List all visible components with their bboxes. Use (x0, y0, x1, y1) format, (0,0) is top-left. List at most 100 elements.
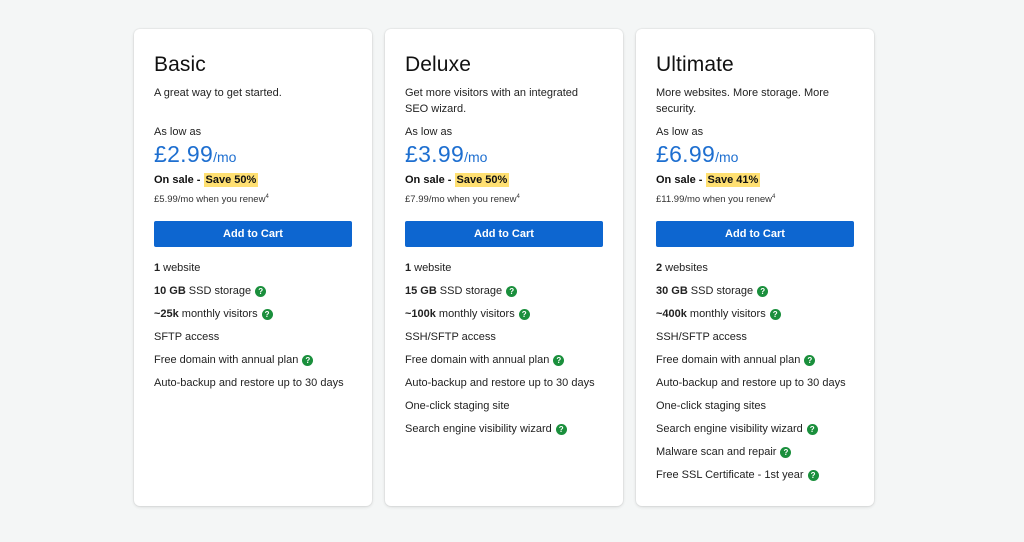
feature-text: website (414, 262, 452, 275)
feature-highlight: ~100k (405, 308, 436, 321)
feature-item: Free SSL Certificate - 1st year? (656, 468, 854, 491)
feature-item: 10 GB SSD storage? (154, 284, 352, 307)
sale-prefix: On sale - (154, 174, 204, 186)
feature-highlight: 1 (154, 262, 161, 275)
plan-card-basic: Basic A great way to get started. As low… (134, 29, 372, 506)
footnote-marker: 4 (516, 194, 520, 200)
feature-text: SSD storage (690, 285, 754, 298)
as-low-as-label: As low as (154, 126, 202, 138)
add-to-cart-button-basic[interactable]: Add to Cart (154, 221, 352, 248)
question-mark-icon[interactable]: ? (302, 355, 314, 367)
feature-item: 15 GB SSD storage? (405, 284, 603, 307)
feature-item: SFTP access (154, 330, 352, 353)
feature-item: One-click staging sites (656, 399, 854, 422)
feature-item: Auto-backup and restore up to 30 days (154, 376, 352, 399)
feature-text: Auto-backup and restore up to 30 days (656, 377, 846, 390)
feature-item: Auto-backup and restore up to 30 days (405, 376, 603, 399)
question-mark-icon[interactable]: ? (553, 355, 565, 367)
renew-text: £11.99/mo when you renew (656, 194, 773, 206)
feature-item: Search engine visibility wizard? (405, 422, 603, 445)
plan-description: Get more visitors with an integrated SEO… (405, 87, 579, 115)
feature-item: One-click staging site (405, 399, 603, 422)
feature-item: Malware scan and repair? (656, 445, 854, 468)
price-period: /mo (464, 149, 488, 165)
as-low-as-label: As low as (405, 126, 453, 138)
plan-title: Basic (154, 53, 206, 76)
feature-list: 1 website 10 GB SSD storage? ~25k monthly vis… (154, 261, 352, 399)
question-mark-icon[interactable]: ? (806, 424, 818, 436)
feature-text: Free SSL Certificate - 1st year (656, 469, 804, 482)
feature-highlight: 30 GB (656, 285, 688, 298)
sale-prefix: On sale - (405, 174, 455, 186)
save-badge: Save 50% (454, 173, 510, 187)
price-row: £3.99/mo (405, 141, 603, 171)
plan-price: £3.99 (405, 141, 465, 167)
feature-highlight: 10 GB (154, 285, 186, 298)
feature-text: Free domain with annual plan (656, 354, 801, 367)
question-mark-icon[interactable]: ? (261, 309, 273, 321)
feature-item: ~400k monthly visitors? (656, 307, 854, 330)
feature-highlight: ~25k (154, 308, 179, 321)
feature-item: ~100k monthly visitors? (405, 307, 603, 330)
plan-title: Deluxe (405, 53, 471, 76)
feature-text: One-click staging sites (656, 400, 767, 413)
question-mark-icon[interactable]: ? (780, 447, 792, 459)
feature-text: Malware scan and repair (656, 446, 777, 459)
sale-row: On sale - Save 50% (405, 172, 603, 188)
feature-text: website (163, 262, 201, 275)
price-period: /mo (213, 149, 237, 165)
feature-item: Free domain with annual plan? (656, 353, 854, 376)
question-mark-icon[interactable]: ? (804, 355, 816, 367)
feature-highlight: 2 (656, 262, 663, 275)
feature-item: 1 website (405, 261, 603, 284)
feature-text: Search engine visibility wizard (405, 423, 552, 436)
feature-text: One-click staging site (405, 400, 510, 413)
feature-item: SSH/SFTP access (656, 330, 854, 353)
feature-text: monthly visitors (438, 308, 515, 321)
save-badge: Save 41% (705, 173, 761, 187)
pricing-page: Basic A great way to get started. As low… (0, 0, 1024, 542)
price-period: /mo (715, 149, 739, 165)
feature-text: Free domain with annual plan (154, 354, 299, 367)
feature-text: monthly visitors (689, 308, 766, 321)
as-low-as-label: As low as (656, 126, 704, 138)
plan-price: £2.99 (154, 141, 214, 167)
sale-prefix: On sale - (656, 174, 706, 186)
plan-price: £6.99 (656, 141, 716, 167)
feature-item: Free domain with annual plan? (405, 353, 603, 376)
question-mark-icon[interactable]: ? (769, 309, 781, 321)
plan-title: Ultimate (656, 53, 734, 76)
plan-card-ultimate: Ultimate More websites. More storage. Mo… (636, 29, 874, 506)
question-mark-icon[interactable]: ? (757, 286, 769, 298)
plan-description: A great way to get started. (154, 87, 282, 99)
feature-item: ~25k monthly visitors? (154, 307, 352, 330)
plan-description: More websites. More storage. More securi… (656, 87, 830, 115)
feature-highlight: ~400k (656, 308, 687, 321)
question-mark-icon[interactable]: ? (255, 286, 267, 298)
question-mark-icon[interactable]: ? (807, 470, 819, 482)
sale-row: On sale - Save 41% (656, 172, 854, 188)
footnote-marker: 4 (772, 194, 776, 200)
feature-text: SSH/SFTP access (405, 331, 496, 344)
feature-text: Auto-backup and restore up to 30 days (154, 377, 344, 390)
footnote-marker: 4 (265, 194, 269, 200)
feature-list: 1 website 15 GB SSD storage? ~100k monthly vi… (405, 261, 603, 445)
sale-row: On sale - Save 50% (154, 172, 352, 188)
feature-text: SFTP access (154, 331, 220, 344)
question-mark-icon[interactable]: ? (506, 286, 518, 298)
renew-price: £5.99/mo when you renew4 (154, 190, 352, 207)
feature-text: websites (665, 262, 708, 275)
feature-text: Search engine visibility wizard (656, 423, 803, 436)
feature-text: Auto-backup and restore up to 30 days (405, 377, 595, 390)
question-mark-icon[interactable]: ? (518, 309, 530, 321)
save-badge: Save 50% (203, 173, 259, 187)
add-to-cart-button-deluxe[interactable]: Add to Cart (405, 221, 603, 248)
renew-text: £5.99/mo when you renew (154, 194, 266, 206)
renew-price: £7.99/mo when you renew4 (405, 190, 603, 207)
add-to-cart-button-ultimate[interactable]: Add to Cart (656, 221, 854, 248)
feature-item: Free domain with annual plan? (154, 353, 352, 376)
feature-item: 2 websites (656, 261, 854, 284)
question-mark-icon[interactable]: ? (555, 424, 567, 436)
feature-text: Free domain with annual plan (405, 354, 550, 367)
feature-item: Auto-backup and restore up to 30 days (656, 376, 854, 399)
